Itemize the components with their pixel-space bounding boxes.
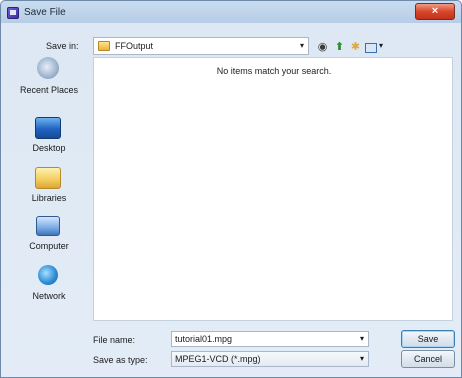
- window-title: Save File: [24, 7, 66, 18]
- file-name-label: File name:: [93, 335, 136, 345]
- desktop-icon: [35, 117, 61, 139]
- folder-icon: [98, 41, 110, 51]
- place-desktop[interactable]: Desktop: [13, 115, 85, 161]
- save-in-label: Save in:: [46, 41, 79, 51]
- save-as-type-label: Save as type:: [93, 355, 148, 365]
- save-in-dropdown[interactable]: FFOutput ▾: [93, 37, 309, 55]
- file-name-input[interactable]: tutorial01.mpg ▾: [171, 331, 369, 347]
- close-button[interactable]: ×: [415, 3, 455, 20]
- network-icon: [38, 265, 58, 285]
- recent-places-icon: [37, 57, 59, 79]
- save-file-dialog: Save File × Save in: FFOutput ▾ ◉ ⬆ ✱ ▾ …: [0, 0, 462, 378]
- computer-icon: [36, 216, 60, 236]
- file-list[interactable]: No items match your search.: [93, 57, 453, 321]
- place-computer[interactable]: Computer: [13, 213, 85, 259]
- chevron-down-icon: ▾: [299, 41, 304, 50]
- back-icon[interactable]: ◉: [316, 41, 329, 54]
- place-network[interactable]: Network: [13, 263, 85, 309]
- place-recent-places[interactable]: Recent Places: [13, 57, 85, 103]
- save-as-type-select[interactable]: MPEG1-VCD (*.mpg) ▾: [171, 351, 369, 367]
- views-menu-icon[interactable]: [365, 43, 377, 53]
- save-button[interactable]: Save: [401, 330, 455, 348]
- place-label: Computer: [29, 241, 69, 251]
- place-label: Network: [32, 291, 66, 301]
- file-name-value: tutorial01.mpg: [175, 334, 233, 344]
- views-chevron-down-icon[interactable]: ▾: [379, 41, 383, 50]
- places-bar: Recent Places Desktop Libraries Computer…: [13, 57, 85, 327]
- app-icon: [7, 7, 19, 19]
- place-label: Desktop: [32, 143, 66, 153]
- toolbar: Save in: FFOutput ▾ ◉ ⬆ ✱ ▾: [1, 29, 461, 55]
- place-label: Recent Places: [19, 85, 79, 95]
- new-folder-icon[interactable]: ✱: [349, 41, 362, 54]
- save-in-location: FFOutput: [115, 41, 154, 51]
- save-as-type-value: MPEG1-VCD (*.mpg): [175, 354, 261, 364]
- title-bar[interactable]: Save File ×: [1, 1, 461, 25]
- libraries-icon: [35, 167, 61, 189]
- empty-message: No items match your search.: [216, 66, 332, 76]
- up-one-level-icon[interactable]: ⬆: [333, 41, 346, 54]
- place-label: Libraries: [31, 193, 67, 203]
- cancel-button[interactable]: Cancel: [401, 350, 455, 368]
- chevron-down-icon[interactable]: ▾: [360, 332, 364, 346]
- chevron-down-icon: ▾: [359, 354, 364, 363]
- place-libraries[interactable]: Libraries: [13, 165, 85, 211]
